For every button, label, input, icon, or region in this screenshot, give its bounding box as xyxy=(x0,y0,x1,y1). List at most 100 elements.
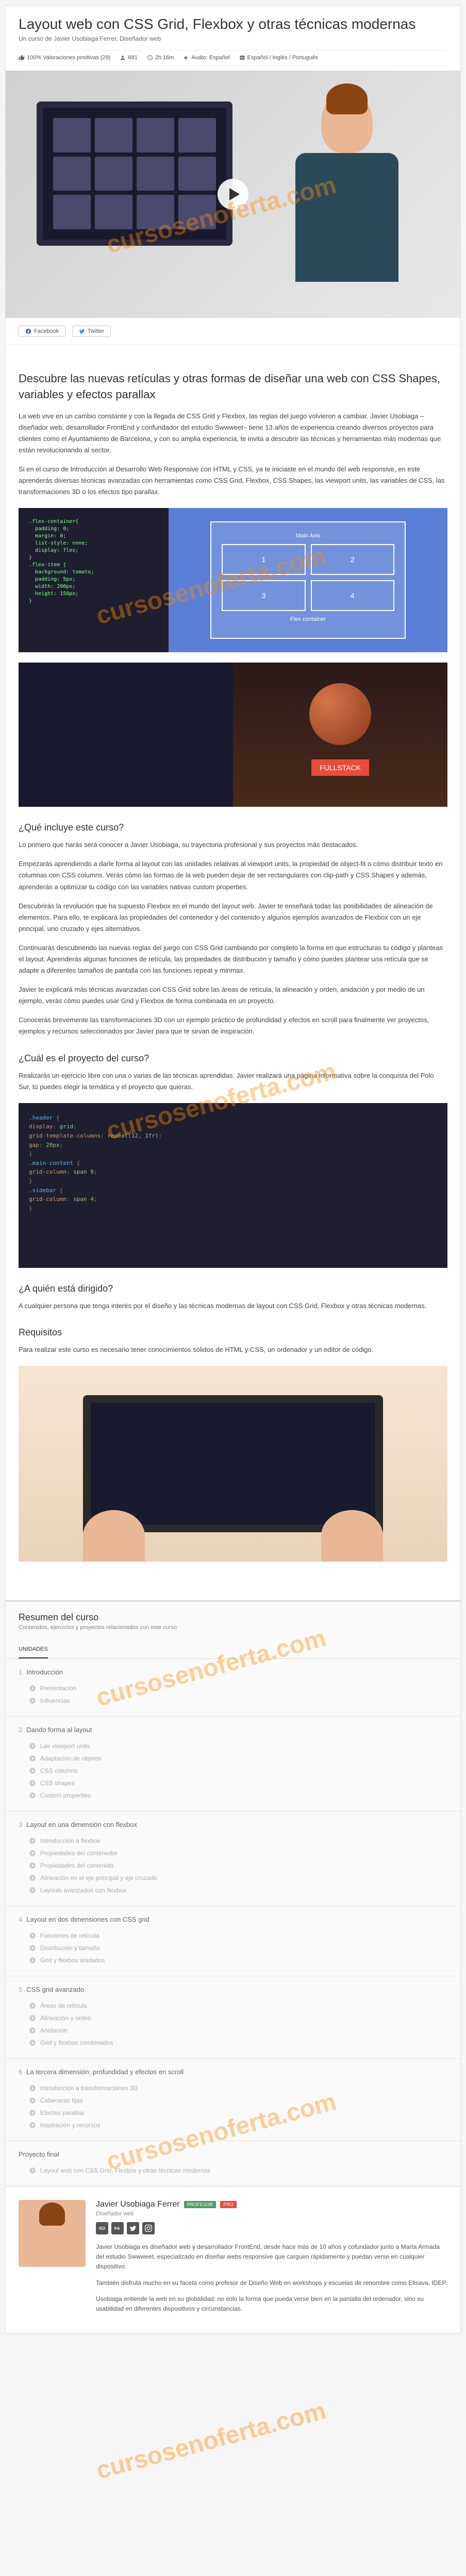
paragraph: Continuarás descubriendo las nuevas regl… xyxy=(19,942,447,976)
paragraph: La web vive en un cambio constante y con… xyxy=(19,411,447,456)
link-icon[interactable] xyxy=(96,2222,108,2234)
section-heading: Requisitos xyxy=(19,1327,447,1338)
summary-title: Resumen del curso xyxy=(19,1612,447,1623)
audio-icon xyxy=(184,55,190,61)
tab-units[interactable]: UNIDADES xyxy=(19,1641,48,1658)
unit-block: 2 Dando forma al layout Las viewport unit… xyxy=(6,1717,460,1811)
play-circle-icon xyxy=(29,1837,36,1844)
monitor-graphic xyxy=(37,101,232,246)
unit-title[interactable]: 2 Dando forma al layout xyxy=(19,1726,447,1734)
audio-meta: Audio: Español xyxy=(184,55,230,61)
play-circle-icon xyxy=(29,1887,36,1894)
teacher-bio: También disfruta mucho en su faceta como… xyxy=(96,2278,447,2288)
unit-title[interactable]: 3 Layout en una dimensión con flexbox xyxy=(19,1821,447,1828)
lesson-item[interactable]: Introducción a flexbox xyxy=(19,1835,447,1847)
teacher-badge: PROFESOR xyxy=(184,2201,217,2208)
instagram-icon[interactable] xyxy=(142,2222,155,2234)
hero-video[interactable] xyxy=(6,71,460,318)
play-circle-icon xyxy=(29,2122,36,2129)
unit-block: 1 Introducción PresentaciónInfluencias xyxy=(6,1659,460,1717)
meta-bar: 100% Valoraciones positivas (29) 681 2h … xyxy=(19,50,447,65)
lesson-item[interactable]: Introducción a transformaciones 3D xyxy=(19,2082,447,2094)
lesson-item[interactable]: Propiedades del contenedor xyxy=(19,1847,447,1859)
unit-block: 5 CSS grid avanzado Áreas de retículaAlin… xyxy=(6,1976,460,2059)
user-icon xyxy=(120,55,126,61)
paragraph: A cualquier persona que tenga interés po… xyxy=(19,1300,447,1312)
paragraph: Javier te explicará más técnicas avanzad… xyxy=(19,984,447,1007)
unit-block: 3 Layout en una dimensión con flexbox Int… xyxy=(6,1811,460,1906)
students-meta: 681 xyxy=(120,55,137,61)
teacher-bio: Usobiaga entiende la web en su globalida… xyxy=(96,2294,447,2314)
lesson-item[interactable]: Alineación y orden xyxy=(19,2012,447,2024)
paragraph: Si en el curso de Introducción al Desarr… xyxy=(19,464,447,498)
rating-meta: 100% Valoraciones positivas (29) xyxy=(19,55,110,61)
section-heading: ¿A quién está dirigido? xyxy=(19,1283,447,1294)
thumb-icon xyxy=(19,55,25,61)
play-circle-icon xyxy=(29,1685,36,1692)
play-button[interactable] xyxy=(218,179,248,210)
clock-icon xyxy=(147,55,153,61)
lesson-item[interactable]: Grid y flexbox anidados xyxy=(19,1954,447,1967)
teacher-bio: Javier Usobiaga es diseñador web y desar… xyxy=(96,2242,447,2272)
flexbox-diagram-image: .flex-container{ padding: 0; margin: 0; … xyxy=(19,508,447,652)
unit-title[interactable]: 4 Layout en dos dimensiones con CSS grid xyxy=(19,1916,447,1923)
intro-heading: Descubre las nuevas retículas y otras fo… xyxy=(19,371,447,403)
unit-block: 4 Layout en dos dimensiones con CSS grid… xyxy=(6,1906,460,1976)
lesson-item[interactable]: Adaptación de objetos xyxy=(19,1752,447,1765)
lesson-item[interactable]: Efectos parallax xyxy=(19,2107,447,2119)
unit-title[interactable]: 1 Introducción xyxy=(19,1668,447,1676)
paragraph: Lo primero que harás será conocer a Javi… xyxy=(19,839,447,851)
teacher-name: Javier Usobiaga Ferrer PROFESOR PRO xyxy=(96,2200,447,2209)
paragraph: Empezarás aprendiendo a darle forma al l… xyxy=(19,858,447,892)
lesson-item[interactable]: Las viewport units xyxy=(19,1740,447,1752)
lesson-item[interactable]: Áreas de retícula xyxy=(19,1999,447,2012)
play-circle-icon xyxy=(29,1742,36,1750)
lesson-item[interactable]: Grid y flexbox combinados xyxy=(19,2037,447,2049)
lesson-item[interactable]: Presentación xyxy=(19,1682,447,1694)
lesson-item[interactable]: Anidación xyxy=(19,2024,447,2037)
play-circle-icon xyxy=(29,1932,36,1939)
code-sample: .flex-container{ padding: 0; margin: 0; … xyxy=(19,508,169,652)
play-circle-icon xyxy=(29,2109,36,2116)
twitter-button[interactable]: Twitter xyxy=(72,326,111,337)
duration-meta: 2h 16m xyxy=(147,55,174,61)
lesson-item[interactable]: Funciones de retícula xyxy=(19,1929,447,1942)
play-circle-icon xyxy=(29,1767,36,1774)
paragraph: Realizarás un ejercicio libre con una o … xyxy=(19,1070,447,1093)
lesson-item[interactable]: Layouts avanzados con flexbox xyxy=(19,1884,447,1896)
course-subtitle: Un curso de Javier Usobiaga Ferrer, Dise… xyxy=(19,35,447,42)
lesson-item[interactable]: Alineación en el eje principal y eje cru… xyxy=(19,1872,447,1884)
lesson-item[interactable]: CSS columns xyxy=(19,1765,447,1777)
play-circle-icon xyxy=(29,2014,36,2022)
laptop-coding-image xyxy=(19,1366,447,1562)
play-circle-icon xyxy=(29,1792,36,1799)
lesson-item[interactable]: Propiedades del contenido xyxy=(19,1859,447,1872)
unit-title[interactable]: 5 CSS grid avanzado xyxy=(19,1986,447,1993)
facebook-button[interactable]: Facebook xyxy=(19,326,65,337)
unit-block: Proyecto final Layout web con CSS Grid, F… xyxy=(6,2141,460,2187)
lesson-item[interactable]: Inspiración y recursos xyxy=(19,2119,447,2131)
behance-icon[interactable] xyxy=(111,2222,124,2234)
lesson-item[interactable]: CSS shapes xyxy=(19,1777,447,1789)
lesson-item[interactable]: Cabeceras fijas xyxy=(19,2094,447,2107)
lesson-item[interactable]: Layout web con CSS Grid, Flexbox y otras… xyxy=(19,2164,447,2177)
unit-title[interactable]: Proyecto final xyxy=(19,2150,447,2158)
social-row: Facebook Twitter xyxy=(6,318,460,345)
course-title: Layout web con CSS Grid, Flexbox y otras… xyxy=(19,16,447,32)
play-circle-icon xyxy=(29,1957,36,1964)
caption-icon xyxy=(239,55,245,61)
play-circle-icon xyxy=(29,2039,36,2046)
paragraph: Descubrirás la revolución que ha supuest… xyxy=(19,901,447,935)
play-circle-icon xyxy=(29,1850,36,1857)
lesson-item[interactable]: Distribución y tamaño xyxy=(19,1942,447,1954)
play-circle-icon xyxy=(29,1780,36,1787)
pro-badge: PRO xyxy=(220,2201,237,2208)
unit-title[interactable]: 6 La tercera dimensión: profundidad y ef… xyxy=(19,2068,447,2076)
course-summary: Resumen del curso Contenidos, ejercicios… xyxy=(6,1600,460,2187)
lesson-item[interactable]: Influencias xyxy=(19,1694,447,1707)
play-circle-icon xyxy=(29,2097,36,2104)
play-circle-icon xyxy=(29,2167,36,2174)
twitter-icon[interactable] xyxy=(127,2222,139,2234)
play-circle-icon xyxy=(29,2027,36,2034)
lesson-item[interactable]: Custom properties xyxy=(19,1789,447,1802)
